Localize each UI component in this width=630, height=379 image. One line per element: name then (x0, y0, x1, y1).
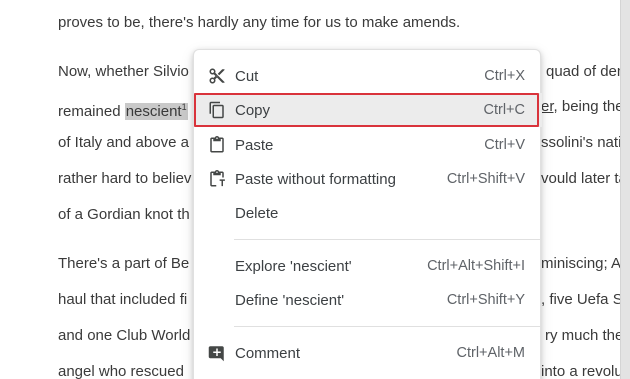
doc-line-8-right: , five Uefa S (541, 291, 623, 308)
menu-item-shortcut: Ctrl+Alt+Shift+I (427, 258, 525, 274)
doc-line-9-right: ry much the (545, 327, 624, 344)
doc-line-7-right: miniscing; A (541, 255, 622, 272)
clipboard-icon (208, 136, 226, 154)
doc-line-4-right: ssolini's natio (541, 134, 630, 151)
menu-divider (234, 326, 542, 327)
footnote-marker: 1 (181, 102, 187, 112)
menu-divider (234, 239, 542, 240)
menu-item-label: Delete (235, 204, 279, 222)
menu-item-define[interactable]: Define 'nescient' Ctrl+Shift+Y (194, 283, 542, 317)
menu-item-shortcut: Ctrl+X (484, 68, 525, 84)
menu-item-paste-without-formatting[interactable]: Paste without formatting Ctrl+Shift+V (194, 162, 542, 196)
scrollbar-thumb[interactable] (620, 0, 630, 379)
menu-item-label: Cut (235, 67, 259, 85)
menu-item-label: Explore 'nescient' (235, 257, 352, 275)
menu-item-comment[interactable]: Comment Ctrl+Alt+M (194, 336, 542, 370)
doc-line-2-left: Now, whether Silvio (58, 63, 189, 80)
doc-text: remained (58, 103, 125, 120)
doc-line-1: proves to be, there's hardly any time fo… (58, 14, 461, 31)
menu-item-shortcut: Ctrl+Alt+M (456, 345, 526, 361)
doc-line-3-right: er, being the p (541, 97, 630, 117)
doc-line-4-left: of Italy and above a (58, 134, 189, 151)
menu-item-paste[interactable]: Paste Ctrl+V (194, 128, 542, 162)
menu-item-label: Comment (235, 344, 301, 362)
selected-word-text: nescient (125, 103, 182, 120)
menu-item-label: Paste without formatting (235, 170, 396, 188)
doc-line-7-left: There's a part of Be (58, 255, 190, 272)
doc-text: , being the p (553, 98, 630, 115)
scissors-icon (208, 67, 226, 85)
doc-text: er (541, 98, 554, 115)
menu-item-label: Paste (235, 136, 274, 154)
doc-line-10-right: into a revolut (541, 363, 627, 379)
doc-line-2-right: quad of demi (546, 63, 630, 80)
selected-word[interactable]: nescient1 (124, 102, 188, 120)
menu-item-shortcut: Ctrl+Shift+V (446, 171, 525, 187)
doc-line-9-left: and one Club World (58, 327, 191, 344)
menu-item-label: Define 'nescient' (235, 291, 345, 309)
vertical-scrollbar[interactable] (620, 0, 630, 379)
doc-line-3-left: remained nescient1 (58, 97, 188, 122)
add-comment-icon (208, 344, 226, 362)
doc-line-5-right: vould later tal (541, 170, 630, 187)
clipboard-text-icon (208, 170, 226, 188)
doc-line-5-left: rather hard to believ (58, 170, 192, 187)
doc-line-6-left: of a Gordian knot th (58, 206, 190, 223)
doc-line-10-left: angel who rescued (58, 363, 184, 379)
menu-item-delete[interactable]: Delete (194, 196, 542, 230)
menu-item-explore[interactable]: Explore 'nescient' Ctrl+Alt+Shift+I (194, 249, 542, 283)
menu-item-shortcut: Ctrl+Shift+Y (446, 292, 525, 308)
menu-item-shortcut: Ctrl+V (484, 137, 525, 153)
doc-line-8-left: haul that included fi (58, 291, 188, 308)
menu-item-cut[interactable]: Cut Ctrl+X (194, 59, 542, 93)
copy-highlight-outline (194, 93, 539, 127)
